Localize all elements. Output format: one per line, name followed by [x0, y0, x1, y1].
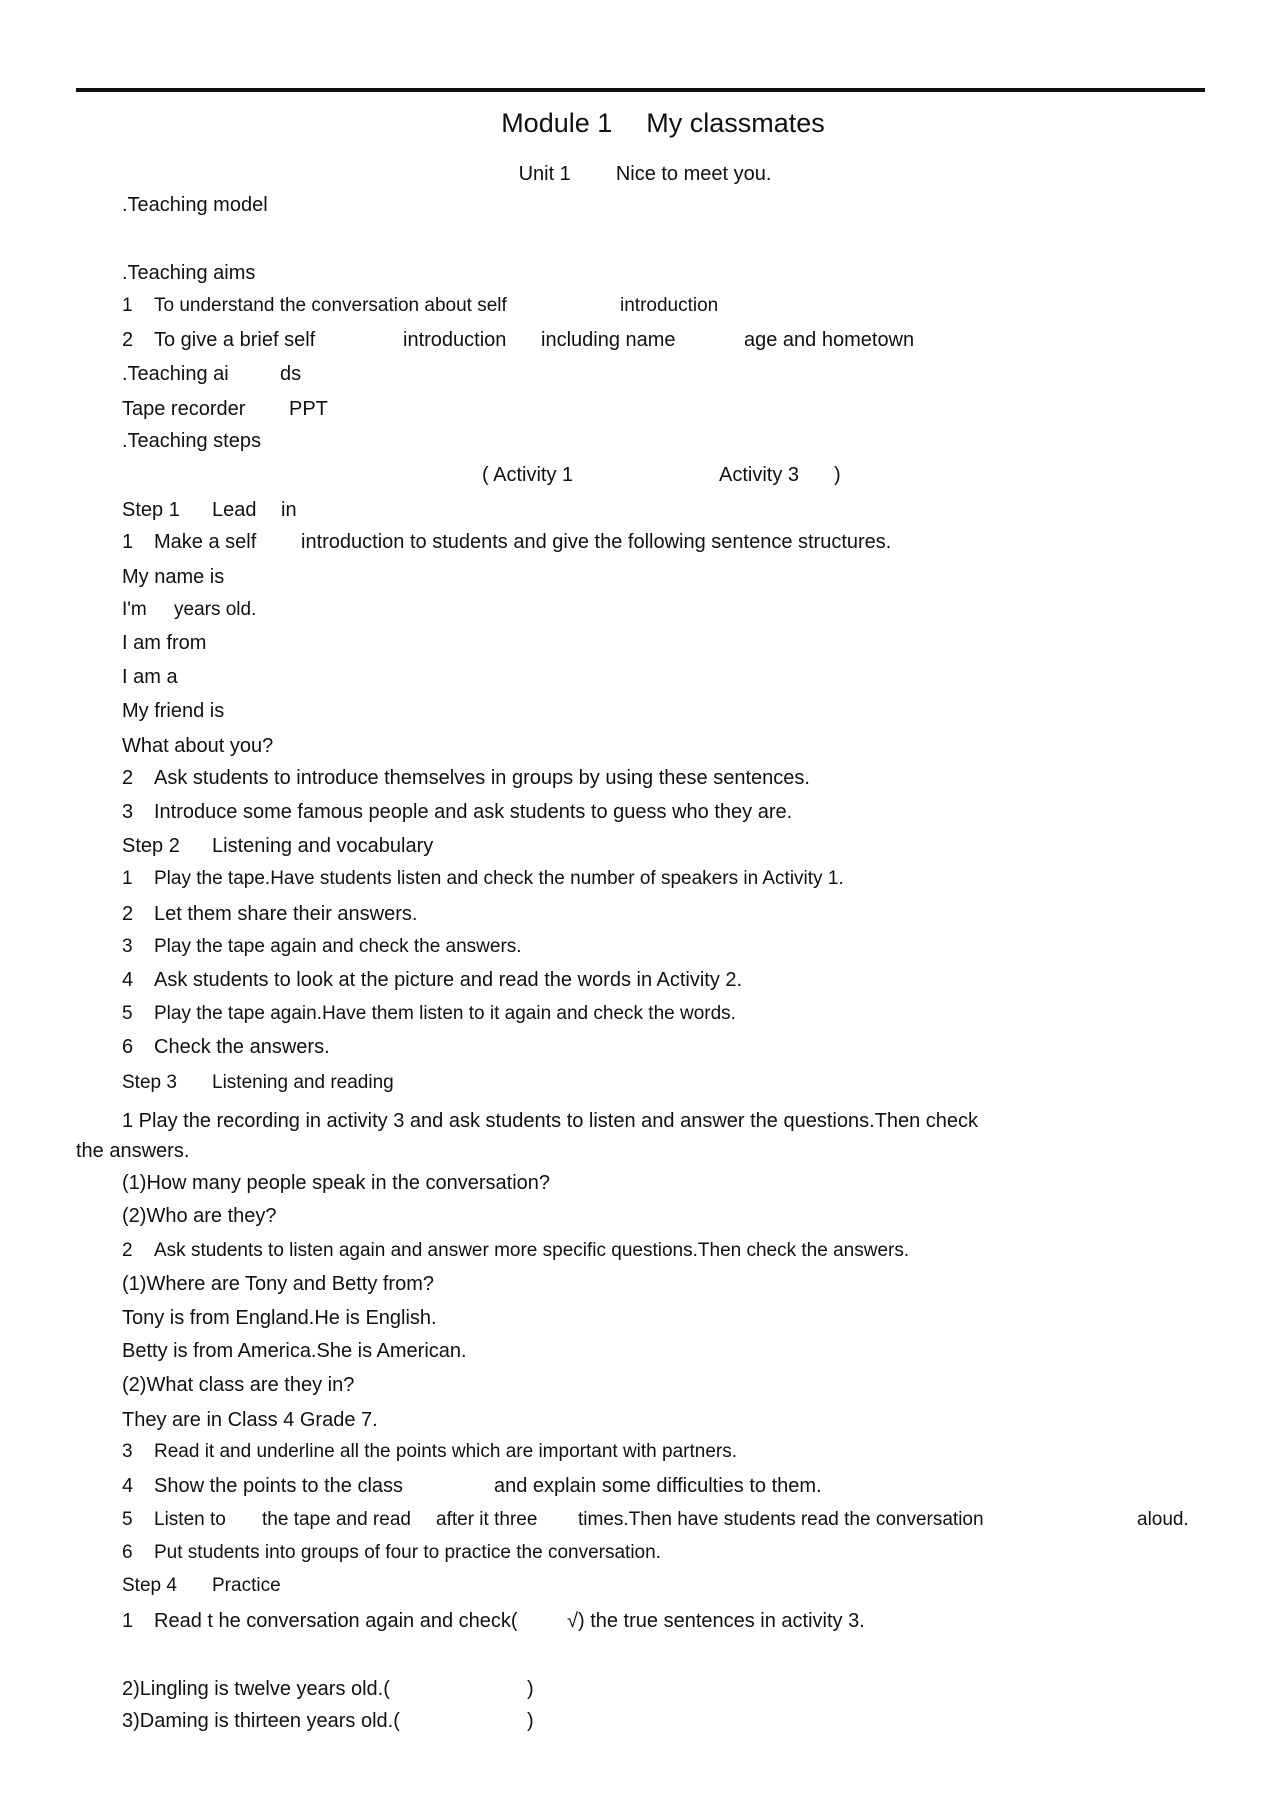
- text-line-segment: Ask students to introduce themselves in …: [154, 767, 810, 789]
- text-line-segment: Ask students to listen again and answer …: [154, 1240, 910, 1261]
- text-line-segment: .Teaching steps: [122, 430, 261, 452]
- text-line-segment: ): [834, 464, 841, 486]
- text-line-segment: 1: [122, 531, 134, 553]
- text-line-segment: Tape recorder: [122, 398, 246, 420]
- text-line-segment: .Teaching model: [122, 194, 268, 216]
- text-line-segment: 4: [122, 969, 134, 991]
- text-line-segment: the answers.: [76, 1140, 190, 1162]
- text-line-segment: To give a brief self: [154, 329, 316, 351]
- text-line-segment: times.Then have students read the conver…: [578, 1509, 984, 1530]
- text-line-segment: √) the true sentences in activity 3.: [567, 1610, 865, 1632]
- text-line-segment: 2: [122, 903, 134, 925]
- text-line-segment: age and hometown: [744, 329, 915, 351]
- text-line-segment: They are in Class 4 Grade 7.: [122, 1409, 378, 1431]
- text-line-segment: the tape and read: [262, 1509, 411, 1530]
- text-line-segment: Step 2: [122, 835, 180, 857]
- text-line-segment: Make a self: [154, 531, 257, 553]
- title-module: Module 1: [501, 108, 613, 138]
- text-line-segment: Betty is from America.She is American.: [122, 1340, 467, 1362]
- text-line-segment: 6: [122, 1542, 133, 1563]
- text-line-segment: Read it and underline all the points whi…: [154, 1441, 737, 1462]
- text-line-segment: 6: [122, 1036, 134, 1058]
- text-line-segment: ds: [280, 363, 302, 385]
- text-line-segment: My name is: [122, 566, 225, 588]
- text-line-segment: Ask students to look at the picture and …: [154, 969, 743, 991]
- text-line-segment: Let them share their answers.: [154, 903, 418, 925]
- text-line-segment: years old.: [174, 599, 257, 620]
- text-line-segment: ): [527, 1710, 534, 1732]
- text-line-segment: 5: [122, 1003, 133, 1024]
- text-line-segment: 1 Play the recording in activity 3 and a…: [122, 1110, 979, 1132]
- text-line-segment: (2)Who are they?: [122, 1205, 277, 1227]
- text-line-segment: Listening and reading: [212, 1072, 394, 1093]
- text-line-segment: Play the tape again.Have them listen to …: [154, 1003, 736, 1024]
- title-name: My classmates: [646, 108, 825, 138]
- text-line-segment: 2)Lingling is twelve years old.(: [122, 1678, 390, 1700]
- text-line-segment: introduction to students and give the fo…: [301, 531, 892, 553]
- text-line-segment: Listen to: [154, 1509, 226, 1530]
- text-line-segment: Step 3: [122, 1072, 177, 1093]
- text-line-segment: I am a: [122, 666, 178, 688]
- text-line-segment: I'm: [122, 599, 147, 620]
- text-line-segment: PPT: [289, 398, 328, 420]
- page-title: Module 1 My classmates: [501, 107, 825, 139]
- text-line-segment: 3: [122, 801, 134, 823]
- text-line-segment: in: [281, 499, 297, 521]
- text-line-segment: Step 4: [122, 1575, 177, 1596]
- text-line-segment: Activity 3: [719, 464, 800, 486]
- text-line-segment: after it three: [436, 1509, 538, 1530]
- text-line-segment: Listening and vocabulary: [212, 835, 434, 857]
- text-line-segment: 5: [122, 1509, 133, 1530]
- text-line-segment: 3)Daming is thirteen years old.(: [122, 1710, 400, 1732]
- text-line-segment: Play the tape.Have students listen and c…: [154, 868, 844, 889]
- header-rule: [76, 88, 1205, 92]
- text-line-segment: Play the tape again and check the answer…: [154, 936, 522, 957]
- text-line-segment: introduction: [403, 329, 507, 351]
- text-line-segment: (1)How many people speak in the conversa…: [122, 1172, 551, 1194]
- unit-number: Unit 1: [518, 163, 571, 185]
- text-line-segment: 2: [122, 1240, 133, 1261]
- text-line-segment: (1)Where are Tony and Betty from?: [122, 1273, 434, 1295]
- text-line-segment: .Teaching ai: [122, 363, 229, 385]
- text-line-segment: Show the points to the class: [154, 1475, 404, 1497]
- text-line-segment: Tony is from England.He is English.: [122, 1307, 437, 1329]
- text-line-segment: 1: [122, 868, 133, 889]
- text-line-segment: including name: [541, 329, 676, 351]
- text-line-segment: 2: [122, 329, 134, 351]
- text-line-segment: What about you?: [122, 735, 274, 757]
- text-line-segment: aloud.: [1137, 1509, 1189, 1530]
- text-line-segment: (2)What class are they in?: [122, 1374, 355, 1396]
- text-line-segment: .Teaching aims: [122, 262, 256, 284]
- text-line-segment: Step 1: [122, 499, 180, 521]
- text-line-segment: ): [527, 1678, 534, 1700]
- text-line-segment: introduction: [620, 295, 719, 316]
- text-line-segment: 1: [122, 295, 133, 316]
- text-line-segment: My friend is: [122, 700, 225, 722]
- unit-subtitle: Unit 1 Nice to meet you.: [519, 162, 772, 186]
- text-line-segment: Check the answers.: [154, 1036, 330, 1058]
- text-line-segment: Practice: [212, 1575, 281, 1596]
- text-line-segment: and explain some difficulties to them.: [494, 1475, 822, 1497]
- text-line-segment: Introduce some famous people and ask stu…: [154, 801, 793, 823]
- text-line-segment: 2: [122, 767, 134, 789]
- text-line-segment: Lead: [212, 499, 257, 521]
- text-line-segment: 4: [122, 1475, 134, 1497]
- text-line-segment: 1: [122, 1610, 134, 1632]
- text-line-segment: Read t he conversation again and check(: [154, 1610, 518, 1632]
- text-line-segment: I am from: [122, 632, 207, 654]
- text-line-segment: ( Activity 1: [482, 464, 574, 486]
- text-line-segment: Put students into groups of four to prac…: [154, 1542, 661, 1563]
- text-line-segment: 3: [122, 1441, 133, 1462]
- text-line-segment: To understand the conversation about sel…: [154, 295, 507, 316]
- text-line-segment: 3: [122, 936, 133, 957]
- unit-name: Nice to meet you.: [615, 163, 772, 185]
